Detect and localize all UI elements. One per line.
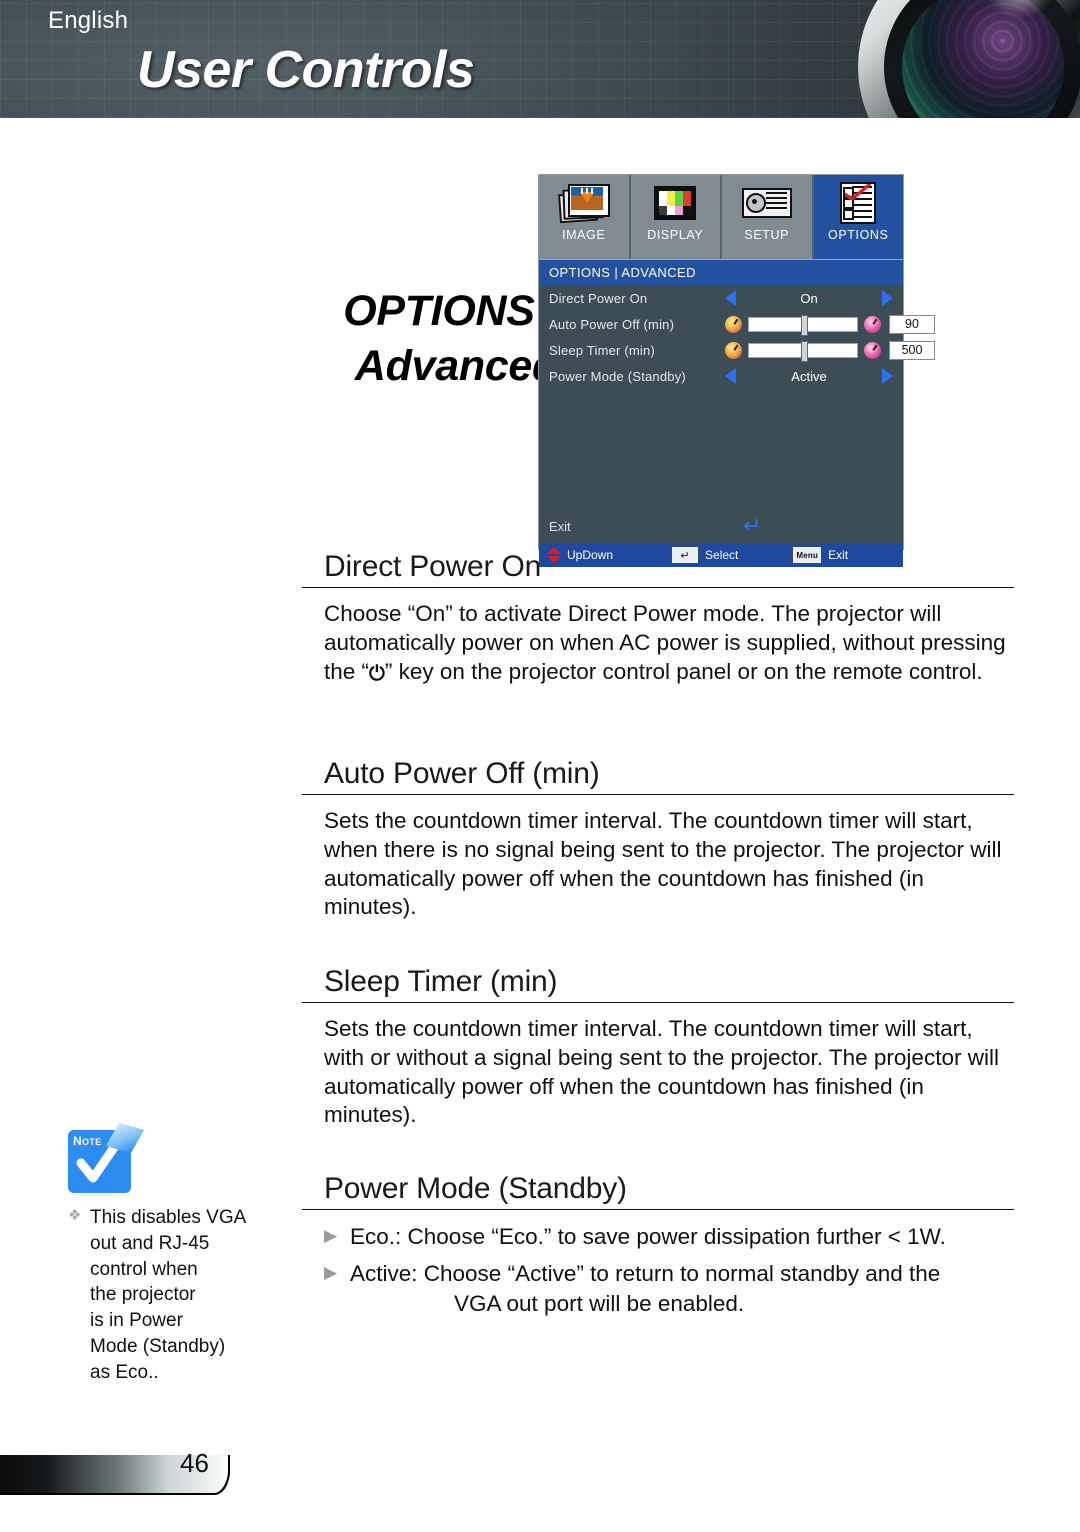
note-line: is in Power bbox=[90, 1310, 183, 1332]
section-heading-line1: OPTIONS | bbox=[343, 287, 558, 335]
osd-row-label: Power Mode (Standby) bbox=[549, 368, 686, 384]
osd-row-value: 90 bbox=[889, 314, 935, 334]
osd-row-value: Active bbox=[791, 368, 827, 384]
osd-row-value: 500 bbox=[889, 340, 935, 360]
enter-key-icon: ↵ bbox=[671, 546, 700, 564]
osd-row-power-mode-standby[interactable]: Power Mode (Standby) Active bbox=[539, 363, 903, 389]
clock-small-icon bbox=[725, 315, 742, 333]
projector-icon bbox=[739, 180, 795, 226]
topic-body-text: Sets the countdown timer interval. The c… bbox=[324, 808, 1002, 920]
red-check-icon bbox=[845, 184, 872, 200]
topic-body: Choose “On” to activate Direct Power mod… bbox=[302, 600, 1014, 686]
osd-tab-options[interactable]: OPTIONS bbox=[813, 175, 903, 259]
note-check-icon: NOTE bbox=[68, 1122, 145, 1193]
osd-hint-select: ↵ Select bbox=[671, 546, 738, 564]
up-down-arrows-icon bbox=[547, 547, 561, 563]
osd-hint-updown: UpDown bbox=[547, 547, 613, 563]
power-symbol-icon: ⏻ bbox=[369, 662, 385, 685]
list-item-text: Eco.: Choose “Eco.” to save power dissip… bbox=[350, 1224, 946, 1249]
topic-direct-power-on: Direct Power On Choose “On” to activate … bbox=[302, 550, 1014, 686]
osd-tab-bar: IMAGE DISPLAY SETUP OPTIONS bbox=[539, 175, 903, 259]
triangle-bullet-icon: ▶ bbox=[324, 1226, 338, 1245]
topic-auto-power-off: Auto Power Off (min) Sets the countdown … bbox=[302, 757, 1014, 922]
camera-lens-icon bbox=[858, 0, 1080, 118]
osd-tab-image[interactable]: IMAGE bbox=[539, 175, 631, 259]
clock-large-icon bbox=[864, 315, 881, 333]
topic-body-after: ” key on the projector control panel or … bbox=[384, 658, 983, 684]
osd-breadcrumb: OPTIONS | ADVANCED bbox=[539, 259, 903, 285]
osd-row-label: Direct Power On bbox=[549, 290, 648, 306]
osd-hint-exit-label: Exit bbox=[828, 548, 849, 562]
list-item-text-continued: VGA out port will be enabled. bbox=[454, 1290, 745, 1316]
osd-tab-display-label: DISPLAY bbox=[647, 228, 704, 242]
topic-power-mode-standby: Power Mode (Standby) ▶ Eco.: Choose “Eco… bbox=[302, 1172, 1014, 1326]
osd-exit-label: Exit bbox=[549, 518, 571, 534]
topic-title: Auto Power Off (min) bbox=[302, 757, 1014, 795]
osd-tab-setup[interactable]: SETUP bbox=[722, 175, 814, 259]
slider-thumb[interactable] bbox=[800, 314, 808, 336]
osd-tab-display[interactable]: DISPLAY bbox=[630, 175, 722, 259]
osd-key-hint-bar: UpDown ↵ Select Menu Exit bbox=[539, 543, 903, 567]
osd-row-value: On bbox=[800, 290, 818, 306]
color-bars-icon bbox=[647, 180, 703, 226]
clock-small-icon bbox=[725, 341, 742, 359]
footer-language-tab bbox=[0, 1455, 230, 1495]
note-lines: This disables VGA out and RJ-45 control … bbox=[90, 1205, 278, 1386]
osd-row-label: Sleep Timer (min) bbox=[549, 342, 655, 358]
arrow-right-icon[interactable] bbox=[882, 368, 893, 384]
checklist-icon bbox=[830, 180, 886, 226]
page-header-banner: User Controls bbox=[0, 0, 1080, 118]
osd-tab-image-label: IMAGE bbox=[562, 228, 606, 242]
osd-menu-screenshot: IMAGE DISPLAY SETUP OPTIONS OPTIONS | AD… bbox=[538, 174, 935, 567]
note-text: ❖ This disables VGA out and RJ-45 contro… bbox=[68, 1205, 278, 1386]
osd-row-label: Auto Power Off (min) bbox=[549, 316, 675, 332]
topic-title: Power Mode (Standby) bbox=[302, 1172, 1014, 1210]
slider-track[interactable] bbox=[748, 314, 858, 336]
osd-tab-options-label: OPTIONS bbox=[828, 228, 889, 242]
topic-body: Sets the countdown timer interval. The c… bbox=[302, 1015, 1014, 1130]
note-line: control when bbox=[90, 1258, 198, 1280]
osd-exit-row[interactable]: Exit ↵ bbox=[539, 515, 903, 537]
osd-menu-body: Direct Power On On Auto Power Off (min) … bbox=[539, 285, 935, 543]
list-item: ▶ Eco.: Choose “Eco.” to save power diss… bbox=[324, 1222, 1014, 1251]
note-line: out and RJ-45 bbox=[90, 1232, 210, 1254]
note-line: This disables VGA bbox=[90, 1207, 247, 1228]
note-callout: NOTE ❖ This disables VGA out and RJ-45 c… bbox=[68, 1122, 278, 1386]
osd-row-sleep-timer[interactable]: Sleep Timer (min) 500 bbox=[539, 337, 935, 363]
osd-hint-select-label: Select bbox=[705, 548, 739, 562]
section-heading: OPTIONS | Advanced bbox=[258, 284, 558, 394]
triangle-bullet-icon: ▶ bbox=[324, 1263, 338, 1283]
page-title: User Controls bbox=[137, 41, 475, 99]
topic-bullet-list: ▶ Eco.: Choose “Eco.” to save power diss… bbox=[302, 1222, 1014, 1318]
osd-row-direct-power-on[interactable]: Direct Power On On bbox=[539, 285, 903, 311]
diamond-bullet-icon: ❖ bbox=[68, 1207, 82, 1224]
topic-body: Sets the countdown timer interval. The c… bbox=[302, 807, 1014, 922]
footer-language-label: English bbox=[48, 7, 129, 34]
clock-large-icon bbox=[864, 341, 881, 359]
osd-row-auto-power-off[interactable]: Auto Power Off (min) 90 bbox=[539, 311, 935, 337]
topic-body-text: Sets the countdown timer interval. The c… bbox=[324, 1016, 999, 1128]
section-heading-line2: Advanced bbox=[354, 342, 558, 391]
list-item-text: Active: Choose “Active” to return to nor… bbox=[350, 1261, 941, 1287]
enter-arrow-icon: ↵ bbox=[743, 513, 762, 538]
note-line: the projector bbox=[90, 1284, 196, 1306]
menu-key-icon: Menu bbox=[792, 546, 823, 564]
note-line: Mode (Standby) bbox=[90, 1336, 226, 1358]
image-photos-icon bbox=[556, 180, 612, 226]
osd-tab-setup-label: SETUP bbox=[744, 228, 790, 242]
arrow-left-icon[interactable] bbox=[725, 368, 736, 384]
osd-hint-exit: Menu Exit bbox=[792, 546, 848, 564]
list-item: ▶ Active: Choose “Active” to return to n… bbox=[324, 1259, 1014, 1318]
arrow-left-icon[interactable] bbox=[725, 290, 736, 306]
note-line: as Eco.. bbox=[90, 1361, 159, 1383]
osd-hint-updown-label: UpDown bbox=[567, 548, 614, 562]
topic-title: Sleep Timer (min) bbox=[302, 965, 1014, 1003]
footer-page-number: 46 bbox=[180, 1448, 209, 1478]
topic-sleep-timer: Sleep Timer (min) Sets the countdown tim… bbox=[302, 965, 1014, 1130]
arrow-right-icon[interactable] bbox=[882, 290, 893, 306]
slider-thumb[interactable] bbox=[800, 340, 808, 362]
slider-track[interactable] bbox=[748, 340, 858, 362]
